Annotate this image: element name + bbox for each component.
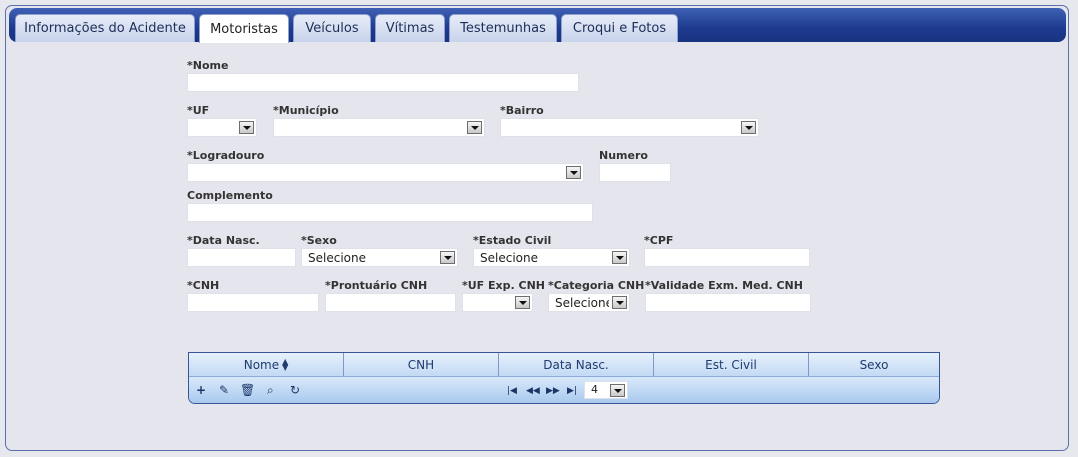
page-size-value: 4 (591, 383, 598, 396)
categoria-cnh-value: Selecione (555, 296, 609, 310)
tab-motoristas[interactable]: Motoristas (199, 14, 289, 43)
search-icon[interactable]: ⌕ (267, 384, 274, 396)
estado-civil-select[interactable]: Selecione (473, 248, 630, 267)
sexo-select[interactable]: Selecione (301, 248, 458, 267)
chevron-down-icon[interactable] (610, 384, 625, 397)
sort-icon[interactable]: ▲ ▼ (282, 357, 288, 371)
municipio-label: *Município (273, 104, 339, 117)
delete-icon[interactable]: 🗑 (240, 384, 255, 396)
add-icon[interactable]: + (196, 384, 206, 396)
sexo-value: Selecione (308, 251, 366, 265)
column-header-sexo[interactable]: Sexo (809, 353, 939, 376)
column-header-nome[interactable]: Nome ▲ ▼ (189, 353, 344, 376)
grid-pager: + ✎ 🗑 ⌕ ↻ |◀ ◀◀ ▶▶ ▶| 4 (189, 377, 939, 403)
chevron-down-icon[interactable] (239, 121, 254, 134)
prontuario-cnh-input[interactable] (325, 293, 456, 312)
bairro-select[interactable] (500, 118, 759, 137)
chevron-down-icon[interactable] (566, 166, 581, 179)
uf-exp-cnh-label: *UF Exp. CNH (462, 279, 546, 292)
column-header-data-nasc[interactable]: Data Nasc. (499, 353, 654, 376)
tab-informacoes-acidente[interactable]: Informações do Acidente (15, 14, 195, 42)
next-page-icon[interactable]: ▶▶ (546, 385, 560, 397)
cnh-input[interactable] (187, 293, 319, 312)
categoria-cnh-label: *Categoria CNH (548, 279, 645, 292)
tab-veiculos[interactable]: Veículos (293, 14, 371, 42)
logradouro-select[interactable] (187, 163, 584, 182)
tab-testemunhas[interactable]: Testemunhas (449, 14, 557, 42)
page-size-select[interactable]: 4 (584, 381, 628, 399)
numero-input[interactable] (599, 163, 671, 182)
estado-civil-label: *Estado Civil (473, 234, 552, 247)
validade-exame-input[interactable] (645, 293, 811, 312)
column-label: Nome (243, 357, 280, 372)
motoristas-grid: Nome ▲ ▼ CNH Data Nasc. Est. Civil Sexo +… (188, 352, 940, 404)
edit-icon[interactable]: ✎ (219, 384, 229, 396)
nome-input[interactable] (187, 73, 579, 92)
bairro-label: *Bairro (500, 104, 544, 117)
first-page-icon[interactable]: |◀ (507, 385, 517, 397)
logradouro-label: *Logradouro (187, 149, 265, 162)
tab-bar: Informações do Acidente Motoristas Veícu… (9, 8, 1066, 43)
data-nasc-input[interactable] (187, 248, 296, 267)
column-header-cnh[interactable]: CNH (344, 353, 499, 376)
complemento-input[interactable] (187, 203, 593, 222)
column-header-est-civil[interactable]: Est. Civil (654, 353, 809, 376)
cpf-input[interactable] (644, 248, 810, 267)
last-page-icon[interactable]: ▶| (567, 385, 577, 397)
complemento-label: Complemento (187, 189, 273, 202)
sexo-label: *Sexo (301, 234, 337, 247)
prev-page-icon[interactable]: ◀◀ (526, 385, 540, 397)
tab-vitimas[interactable]: Vítimas (375, 14, 445, 42)
numero-label: Numero (599, 149, 648, 162)
chevron-down-icon[interactable] (467, 121, 482, 134)
refresh-icon[interactable]: ↻ (290, 384, 300, 396)
grid-header: Nome ▲ ▼ CNH Data Nasc. Est. Civil Sexo (189, 353, 939, 377)
uf-exp-cnh-select[interactable] (462, 293, 533, 312)
cnh-label: *CNH (187, 279, 220, 292)
chevron-down-icon[interactable] (440, 251, 455, 264)
nome-label: *Nome (187, 59, 229, 72)
uf-select[interactable] (187, 118, 257, 137)
chevron-down-icon[interactable] (612, 251, 627, 264)
data-nasc-label: *Data Nasc. (187, 234, 260, 247)
validade-exame-label: *Validade Exm. Med. CNH (645, 279, 803, 292)
chevron-down-icon[interactable] (612, 296, 627, 309)
cpf-label: *CPF (644, 234, 674, 247)
chevron-down-icon[interactable] (741, 121, 756, 134)
municipio-select[interactable] (273, 118, 485, 137)
estado-civil-value: Selecione (480, 251, 538, 265)
uf-label: *UF (187, 104, 210, 117)
categoria-cnh-select[interactable]: Selecione (548, 293, 630, 312)
chevron-down-icon[interactable] (515, 296, 530, 309)
prontuario-cnh-label: *Prontuário CNH (325, 279, 428, 292)
tab-croqui-fotos[interactable]: Croqui e Fotos (561, 14, 678, 42)
